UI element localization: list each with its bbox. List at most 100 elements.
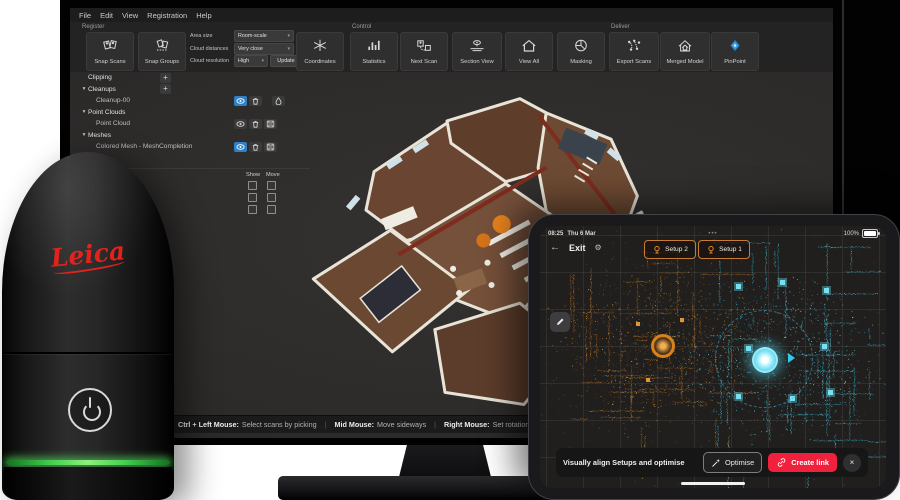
tree-item-colored-mesh[interactable]: Colored Mesh - MeshCompletion	[80, 141, 295, 153]
tree-group-meshes[interactable]: ▾ Meshes	[80, 130, 295, 142]
button-label: Export Scans	[617, 59, 651, 65]
tree-group-point-clouds[interactable]: ▾ Point Clouds	[80, 107, 295, 119]
coordinates-button[interactable]: Coordinates	[296, 32, 344, 71]
merged-model-button[interactable]: Merged Model	[660, 32, 710, 71]
caret-down-icon[interactable]: ▾	[80, 86, 88, 92]
move-checkbox[interactable]	[267, 181, 276, 190]
add-clipping-button[interactable]: +	[160, 73, 171, 83]
optimise-button[interactable]: Optimise	[703, 452, 762, 473]
snap-scans-icon	[102, 39, 118, 57]
tree-item-cleanup-00[interactable]: Cleanup-00	[80, 95, 295, 107]
close-button[interactable]: ×	[843, 454, 861, 472]
view-all-button[interactable]: View All	[505, 32, 553, 71]
setup2-scanner-position-marker[interactable]	[651, 334, 675, 358]
statistics-button[interactable]: Statistics	[350, 32, 398, 71]
pencil-icon	[555, 317, 565, 327]
exit-button[interactable]: Exit	[569, 243, 586, 253]
view-all-house-icon	[521, 39, 537, 57]
delete-trash-button[interactable]	[249, 142, 262, 152]
tree-label: Colored Mesh - MeshCompletion	[96, 143, 192, 150]
save-disk-button[interactable]	[264, 119, 277, 129]
battery-icon	[862, 229, 878, 238]
visibility-eye-button[interactable]	[234, 119, 247, 129]
tree-group-cleanups[interactable]: ▾ Cleanups +	[80, 84, 295, 96]
show-checkbox[interactable]	[248, 193, 257, 202]
show-column-header: Show	[246, 172, 260, 178]
separator	[434, 420, 436, 429]
delete-trash-button[interactable]	[249, 96, 262, 106]
battery-percent: 100%	[844, 231, 859, 237]
show-checkbox[interactable]	[248, 205, 257, 214]
tablet-nav-bar: ← Exit ⚙	[550, 242, 602, 253]
tablet-device: 08:25 Thu 6 Mar ••• 100% ← Exit ⚙ Setup …	[528, 214, 900, 500]
export-scans-button[interactable]: Export Scans	[609, 32, 659, 71]
button-label: View All	[519, 59, 539, 65]
show-checkbox[interactable]	[248, 181, 257, 190]
menu-item-file[interactable]: File	[79, 11, 91, 20]
setup-2-button[interactable]: Setup 2	[644, 240, 696, 259]
cloud-distances-label: Cloud distances	[190, 46, 232, 52]
pinpoint-button[interactable]: PinPoint	[711, 32, 759, 71]
scanner-power-button[interactable]	[68, 388, 112, 432]
leica-blk360-scanner: Leica	[2, 152, 174, 500]
tree-label: Cleanups	[88, 86, 116, 93]
section-view-icon	[469, 39, 485, 57]
setup-1-button[interactable]: Setup 1	[698, 240, 750, 259]
hint-key: Mid Mouse:	[335, 420, 375, 429]
scanner-seam	[3, 352, 173, 354]
snap-groups-button[interactable]: Snap Groups	[138, 32, 186, 71]
show-move-panel: Show Move	[246, 172, 306, 214]
tree-label: Meshes	[88, 132, 111, 139]
caret-down-icon[interactable]: ▾	[80, 132, 88, 138]
cloud-distances-select[interactable]: Very close▾	[234, 43, 294, 55]
project-tree-panel: Clipping + ▾ Cleanups + Cleanup-00	[80, 72, 295, 153]
menu-item-view[interactable]: View	[122, 11, 138, 20]
masking-button[interactable]: Masking	[557, 32, 605, 71]
create-link-button[interactable]: Create link	[768, 453, 837, 472]
caret-down-icon[interactable]: ▾	[80, 109, 88, 115]
delete-trash-button[interactable]	[249, 119, 262, 129]
tree-item-point-cloud[interactable]: Point Cloud	[80, 118, 295, 130]
tablet-status-bar: 08:25 Thu 6 Mar ••• 100%	[548, 229, 878, 238]
alignment-arrow-icon	[788, 353, 795, 363]
menu-item-edit[interactable]: Edit	[100, 11, 113, 20]
visibility-eye-button[interactable]	[234, 142, 247, 152]
button-label: Section View	[460, 59, 493, 65]
setup-label: Setup 1	[719, 246, 742, 253]
optimise-label: Optimise	[725, 458, 754, 467]
menu-item-registration[interactable]: Registration	[147, 11, 187, 20]
move-checkbox[interactable]	[267, 193, 276, 202]
chevron-down-icon: ▾	[287, 46, 290, 52]
tree-label: Point Cloud	[96, 120, 130, 127]
move-checkbox[interactable]	[267, 205, 276, 214]
scanner-icon	[706, 245, 716, 255]
add-cleanup-button[interactable]: +	[160, 84, 171, 94]
next-scan-button[interactable]: Next Scan	[400, 32, 448, 71]
save-disk-button[interactable]	[264, 142, 277, 152]
visibility-eye-button[interactable]	[234, 96, 247, 106]
draw-pencil-tool-button[interactable]	[550, 312, 570, 332]
area-size-select[interactable]: Room-scale▾	[234, 30, 294, 42]
menu-item-help[interactable]: Help	[196, 11, 211, 20]
home-indicator[interactable]	[681, 482, 745, 485]
back-arrow-icon[interactable]: ←	[550, 242, 560, 253]
paint-droplet-button[interactable]	[272, 96, 285, 106]
group-label-register: Register	[82, 24, 104, 30]
settings-gear-icon[interactable]: ⚙	[595, 243, 602, 252]
setup1-scanner-position-marker[interactable]	[752, 347, 778, 373]
tree-label: Point Clouds	[88, 109, 125, 116]
cloud-resolution-select[interactable]: High▾	[234, 55, 268, 67]
hint-key: Right Mouse:	[444, 420, 490, 429]
link-icon	[776, 457, 787, 468]
section-view-button[interactable]: Section View	[452, 32, 502, 71]
tree-item-clipping[interactable]: Clipping +	[80, 72, 295, 84]
button-label: PinPoint	[724, 59, 746, 65]
status-time: 08:25	[548, 231, 563, 237]
create-link-label: Create link	[791, 458, 829, 467]
hint-value: Move sideways	[377, 420, 426, 429]
group-label-deliver: Deliver	[611, 24, 630, 30]
snap-scans-button[interactable]: Snap Scans	[86, 32, 134, 71]
scanner-body	[2, 152, 174, 500]
export-scans-icon	[626, 39, 642, 57]
button-label: Masking	[570, 59, 592, 65]
